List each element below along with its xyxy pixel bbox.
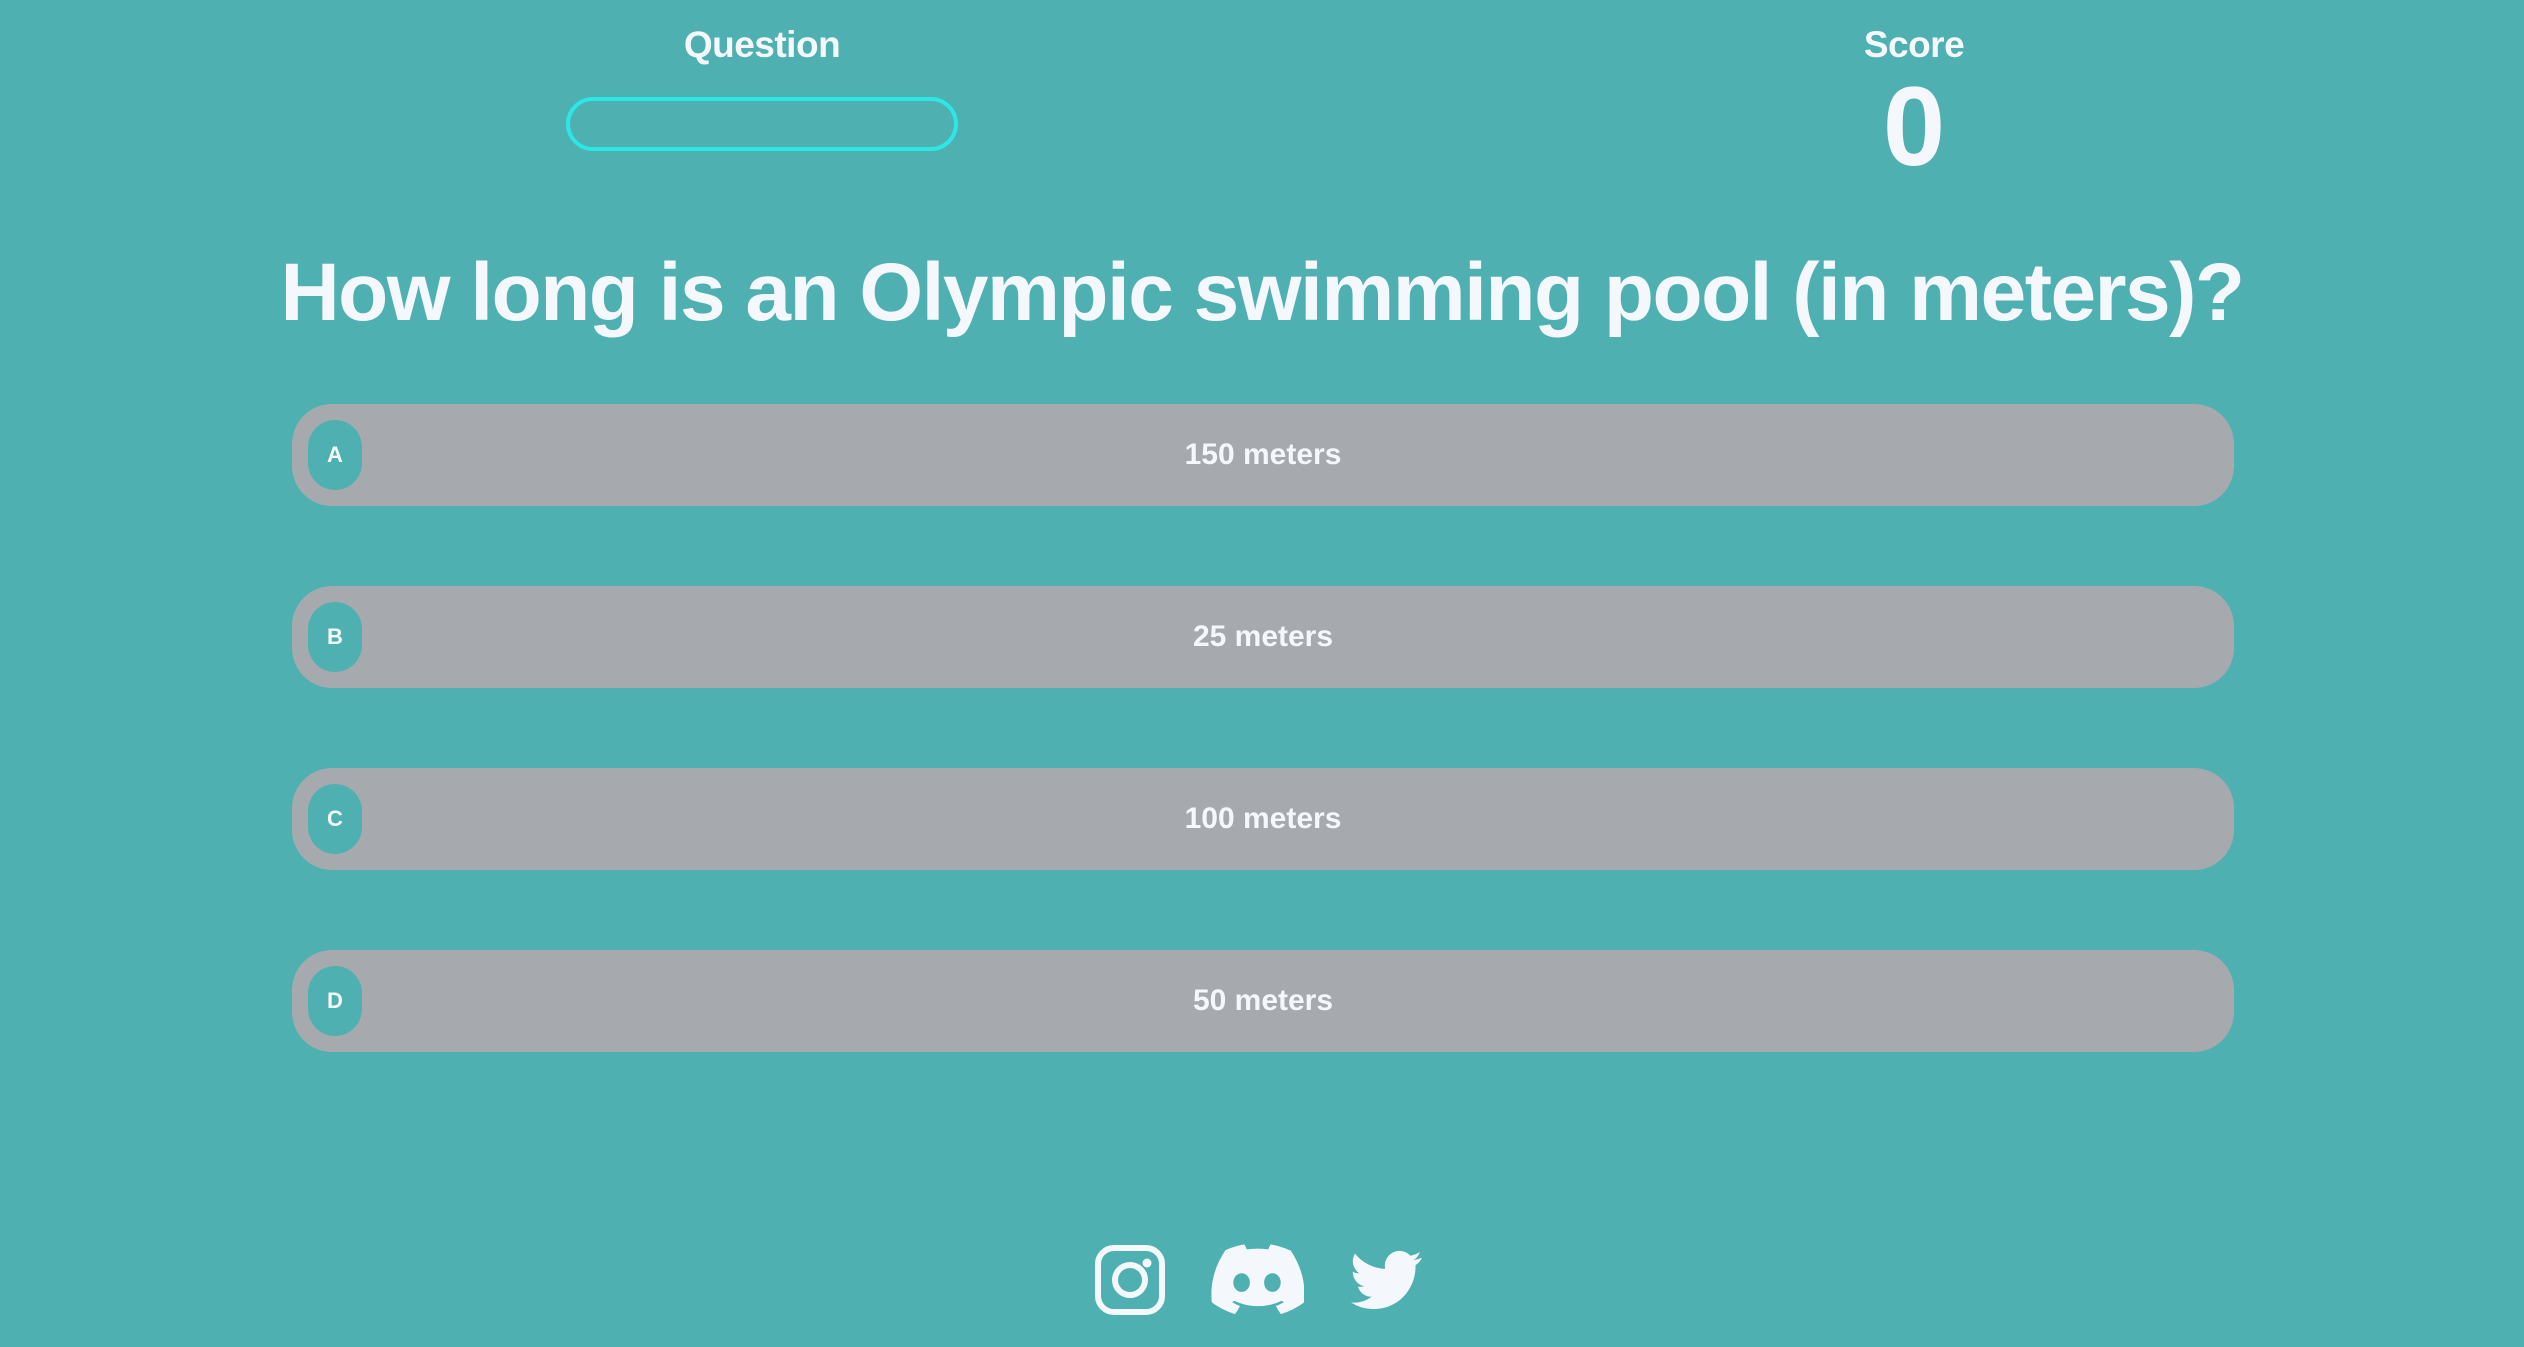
social-links [1094,1244,1426,1316]
answer-option-d[interactable]: D 50 meters [292,950,2234,1052]
answer-list: A 150 meters B 25 meters C 100 meters D … [292,404,2234,1132]
answer-option-b[interactable]: B 25 meters [292,586,2234,688]
score-label: Score [1863,24,1965,65]
answer-text: 150 meters [1184,438,1342,471]
answer-text: 25 meters [1192,620,1334,653]
question-label: Question [683,24,841,65]
answer-text: 50 meters [1192,984,1334,1017]
answer-text: 100 meters [1184,802,1342,835]
question-text: How long is an Olympic swimming pool (in… [280,247,2245,338]
instagram-icon[interactable] [1094,1244,1166,1316]
answer-option-a[interactable]: A 150 meters [292,404,2234,506]
answer-option-c[interactable]: C 100 meters [292,768,2234,870]
question-progress-bar [566,97,958,151]
score-value: 0 [1882,64,1946,189]
discord-icon[interactable] [1210,1244,1304,1316]
score-panel: Score 0 [1760,26,2068,183]
twitter-icon[interactable] [1348,1244,1426,1316]
question-progress-panel: Question [560,26,964,151]
